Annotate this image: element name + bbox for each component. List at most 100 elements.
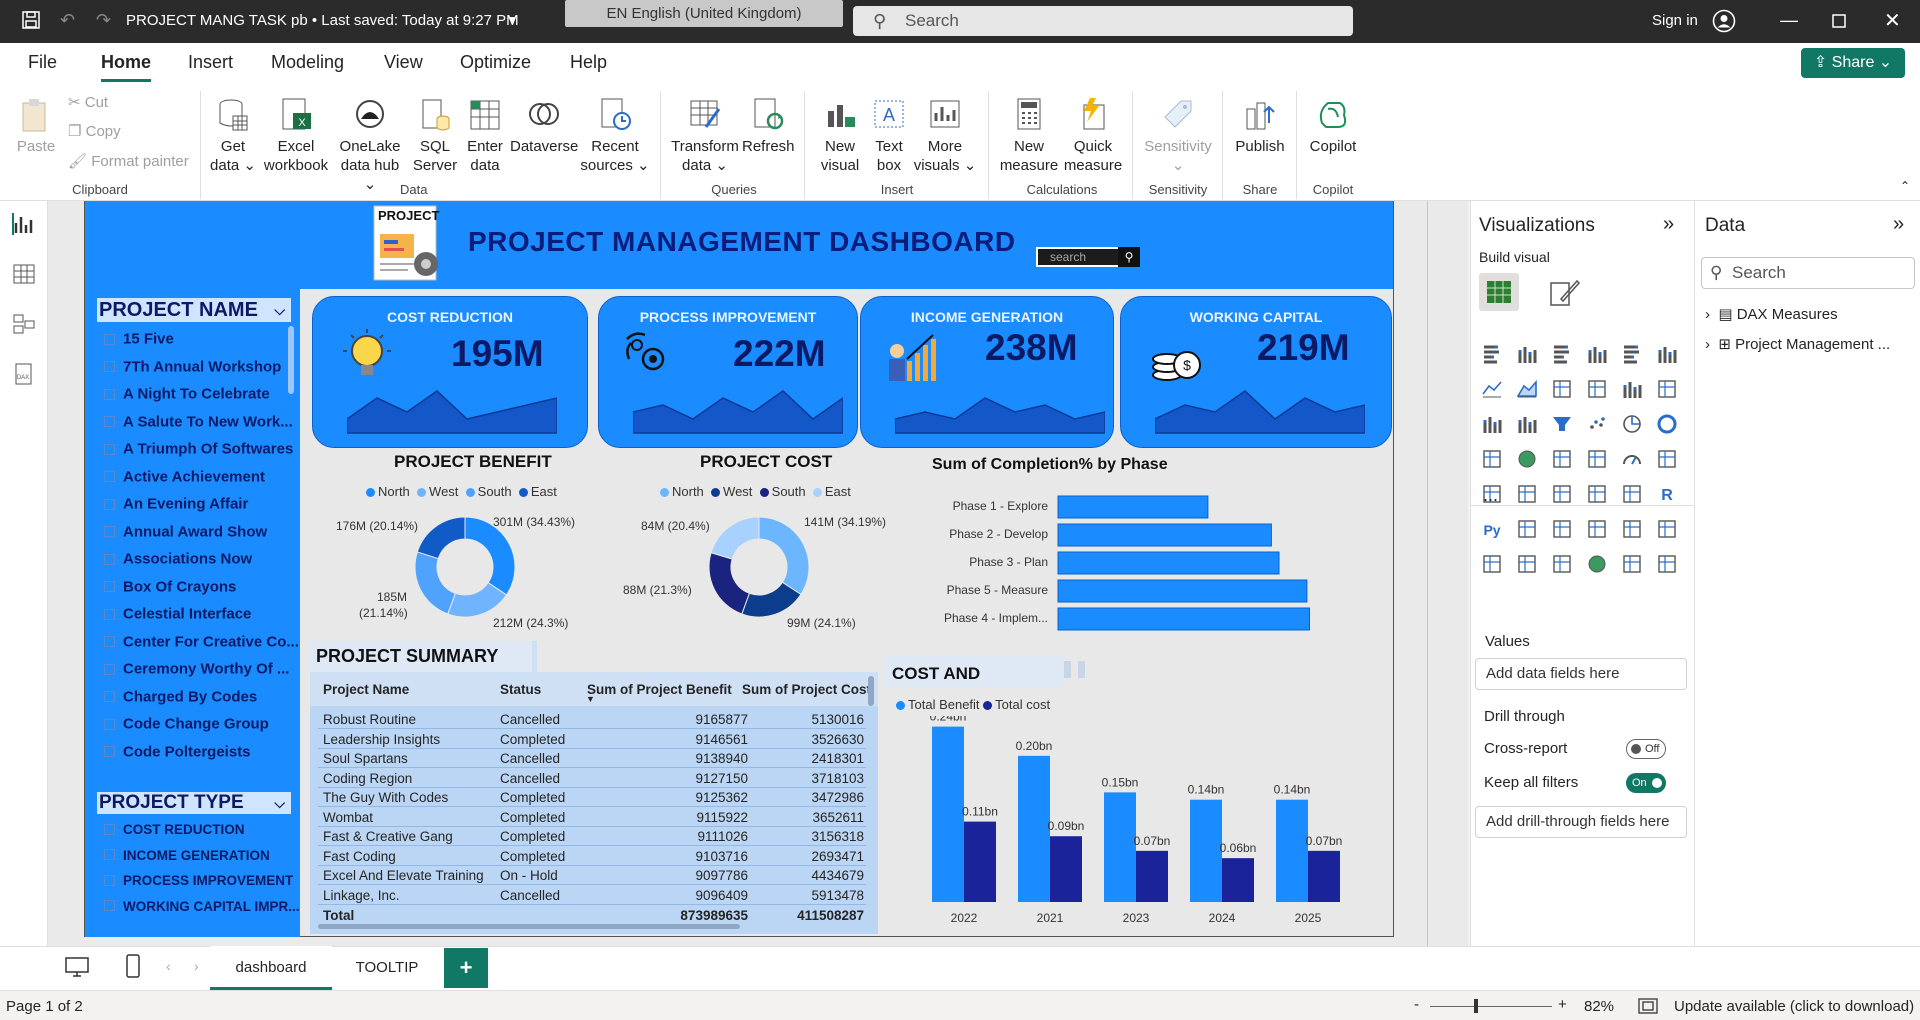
- line-chart-icon[interactable]: [1481, 378, 1503, 400]
- legend-item[interactable]: West: [711, 484, 752, 499]
- zoom-slider-track[interactable]: [1430, 1006, 1552, 1007]
- checkbox[interactable]: [104, 581, 115, 593]
- cut-button[interactable]: ✂ Cut: [68, 93, 108, 112]
- undo-icon[interactable]: ↶: [60, 10, 75, 31]
- table-view-icon[interactable]: [12, 263, 36, 285]
- sign-in-link[interactable]: Sign in: [1652, 12, 1698, 29]
- mobile-layout-icon[interactable]: [124, 953, 142, 979]
- donut-slice-east[interactable]: [710, 516, 760, 560]
- checkbox[interactable]: [104, 823, 115, 835]
- cost-bar[interactable]: [964, 821, 996, 902]
- arcgis-icon[interactable]: [1586, 553, 1608, 575]
- prev-page-icon[interactable]: ‹: [166, 958, 171, 974]
- table-row[interactable]: Leadership Insights Completed 9146561 35266…: [318, 730, 866, 749]
- benefit-bar[interactable]: [932, 726, 964, 902]
- scatter-icon[interactable]: [1586, 413, 1608, 435]
- donut-slice-south[interactable]: [708, 552, 751, 615]
- legend-item[interactable]: East: [518, 484, 557, 499]
- close-icon[interactable]: ✕: [1884, 8, 1901, 33]
- slicer-item[interactable]: Annual Award Show: [104, 523, 267, 540]
- text-box-button[interactable]: A Text box: [868, 97, 910, 175]
- decomposition-tree-icon[interactable]: [1551, 518, 1573, 540]
- checkbox[interactable]: [104, 388, 115, 400]
- new-card-icon[interactable]: [1516, 553, 1538, 575]
- stacked-area-icon[interactable]: [1551, 378, 1573, 400]
- kpi-card-cost-reduction[interactable]: COST REDUCTION 195M: [312, 296, 588, 448]
- checkbox[interactable]: [104, 416, 115, 428]
- title-search-box[interactable]: ⚲ Search: [853, 6, 1353, 36]
- power-apps-icon[interactable]: [1621, 553, 1643, 575]
- onelake-button[interactable]: OneLake data hub ⌄: [334, 97, 406, 194]
- legend-item[interactable]: North: [366, 484, 410, 499]
- pie-chart-icon[interactable]: [1621, 413, 1643, 435]
- slicer-item[interactable]: Charged By Codes: [104, 688, 257, 705]
- legend-item[interactable]: Total cost: [983, 697, 1050, 712]
- line-clustered-icon[interactable]: [1656, 378, 1678, 400]
- desktop-layout-icon[interactable]: [64, 955, 90, 979]
- r-visual-icon[interactable]: R: [1656, 483, 1678, 505]
- sort-descending-icon[interactable]: ▼: [586, 694, 595, 704]
- slicer-item[interactable]: Box Of Crayons: [104, 578, 236, 595]
- checkbox[interactable]: [104, 900, 115, 912]
- tab-view[interactable]: View: [384, 52, 423, 73]
- cost-bar[interactable]: [1136, 850, 1168, 902]
- legend-item[interactable]: East: [812, 484, 851, 499]
- checkbox[interactable]: [104, 526, 115, 538]
- cost-bar[interactable]: [1308, 850, 1340, 902]
- chevron-down-icon[interactable]: ⌵: [274, 298, 285, 322]
- new-measure-button[interactable]: New measure: [998, 97, 1060, 175]
- slicer-item[interactable]: WORKING CAPITAL IMPR...: [104, 898, 300, 913]
- maximize-icon[interactable]: [1832, 14, 1846, 32]
- cost-bar[interactable]: [1222, 858, 1254, 902]
- tab-help[interactable]: Help: [570, 52, 607, 73]
- phase-bar[interactable]: [1057, 495, 1209, 519]
- metrics-icon[interactable]: [1656, 518, 1678, 540]
- dataverse-button[interactable]: Dataverse: [510, 97, 578, 156]
- chevron-right-icon[interactable]: ›: [1705, 306, 1710, 323]
- table-row[interactable]: Fast & Creative Gang Completed 9111026 3156…: [318, 827, 866, 846]
- table-icon[interactable]: [1586, 483, 1608, 505]
- page-tab-dashboard[interactable]: dashboard: [210, 946, 332, 990]
- column-header[interactable]: Sum of Project Cost: [742, 682, 871, 697]
- gauge-icon[interactable]: [1621, 448, 1643, 470]
- chevron-down-icon[interactable]: ⌵: [274, 792, 285, 814]
- page-tab-tooltip[interactable]: TOOLTIP: [334, 946, 440, 990]
- checkbox[interactable]: [104, 746, 115, 758]
- more-visuals-ellipsis[interactable]: ...: [1483, 485, 1498, 506]
- keep-filters-toggle[interactable]: On: [1626, 773, 1666, 793]
- smart-narrative-icon[interactable]: [1621, 518, 1643, 540]
- kpi-card-income-generation[interactable]: INCOME GENERATION 238M: [860, 296, 1114, 448]
- recent-sources-button[interactable]: Recent sources ⌄: [580, 97, 650, 175]
- chevron-right-icon[interactable]: ›: [1705, 336, 1710, 353]
- fit-to-page-icon[interactable]: [1638, 998, 1658, 1014]
- benefit-bar[interactable]: [1190, 799, 1222, 902]
- checkbox[interactable]: [104, 553, 115, 565]
- phase-bar[interactable]: [1057, 523, 1272, 547]
- excel-workbook-button[interactable]: X Excel workbook: [262, 97, 330, 175]
- table-scrollbar[interactable]: [868, 676, 874, 706]
- add-page-button[interactable]: +: [444, 948, 488, 988]
- new-visual-button[interactable]: New visual: [818, 97, 862, 175]
- checkbox[interactable]: [104, 849, 115, 861]
- 100-bar-icon[interactable]: [1621, 343, 1643, 365]
- azure-map-icon[interactable]: [1586, 448, 1608, 470]
- donut-slice-east[interactable]: [416, 516, 466, 560]
- format-painter-button[interactable]: 🖌 Format painter: [68, 152, 189, 171]
- legend-item[interactable]: Total Benefit: [896, 697, 980, 712]
- cost-benefit-bar-chart[interactable]: 0.24bn 0.11bn 2022 0.20bn 0.09bn 2021 0.15bn 0.…: [900, 716, 1360, 930]
- user-avatar-icon[interactable]: [1712, 9, 1736, 37]
- table-row[interactable]: Coding Region Cancelled 9127150 3718103: [318, 769, 866, 788]
- zoom-slider-thumb[interactable]: [1474, 999, 1478, 1013]
- data-table-item[interactable]: › ⊞ Project Management ...: [1705, 335, 1890, 353]
- report-view-icon[interactable]: [12, 213, 36, 235]
- table-row[interactable]: Fast Coding Completed 9103716 2693471: [318, 847, 866, 866]
- more-visuals-button[interactable]: More visuals ⌄: [912, 97, 978, 175]
- quick-measure-button[interactable]: Quick measure: [1062, 97, 1124, 175]
- slicer-item[interactable]: Celestial Interface: [104, 605, 251, 623]
- slicer-item[interactable]: A Night To Celebrate: [104, 385, 270, 403]
- build-visual-tab[interactable]: [1479, 273, 1519, 311]
- slicer-item[interactable]: INCOME GENERATION: [104, 847, 270, 862]
- collapse-ribbon-icon[interactable]: ⌃: [1900, 179, 1910, 193]
- save-icon[interactable]: [22, 11, 40, 33]
- model-view-icon[interactable]: [12, 313, 36, 335]
